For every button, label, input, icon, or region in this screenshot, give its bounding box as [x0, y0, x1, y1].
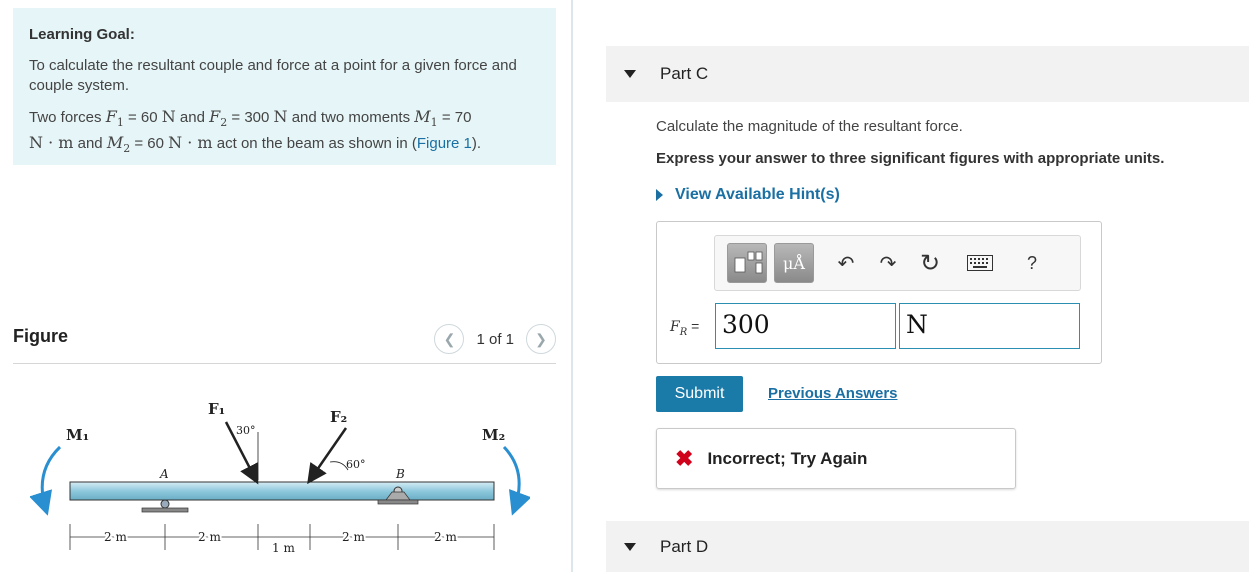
collapse-triangle-icon: [624, 542, 636, 551]
instruction-text: Express your answer to three significant…: [656, 150, 1165, 167]
unit-input[interactable]: N: [899, 303, 1080, 349]
point-a-label: A: [159, 467, 169, 481]
part-c-header[interactable]: Part C: [606, 46, 1249, 102]
angle-30-label: 30°: [236, 424, 256, 437]
incorrect-x-icon: ✖: [675, 445, 694, 471]
reset-icon[interactable]: ↻: [915, 248, 945, 278]
redo-icon[interactable]: ↷: [873, 248, 903, 278]
figure-link[interactable]: Figure 1: [417, 135, 472, 152]
answer-box: μÅ ↶ ↷ ↻ ? FR = 300 N: [656, 221, 1102, 364]
dim-label-1: 2 m: [104, 530, 127, 544]
f1-label: F₁: [208, 400, 225, 418]
math-toolbar: μÅ ↶ ↷ ↻ ?: [714, 235, 1081, 291]
part-c-label: Part C: [660, 64, 709, 83]
prev-figure-button[interactable]: ❮: [434, 324, 465, 354]
point-b-label: B: [395, 467, 405, 481]
part-d-header[interactable]: Part D: [606, 521, 1249, 572]
templates-icon: [734, 251, 763, 274]
undo-icon[interactable]: ↶: [831, 248, 861, 278]
previous-answers-link[interactable]: Previous Answers: [768, 385, 898, 402]
beam: [69, 481, 495, 501]
value-input[interactable]: 300: [715, 303, 896, 349]
dim-label-4: 2 m: [342, 530, 365, 544]
left-panel: Learning Goal: To calculate the resultan…: [0, 0, 570, 572]
chevron-left-icon: ❮: [443, 330, 456, 347]
force-f2-arrow: [307, 427, 348, 485]
submit-button[interactable]: Submit: [656, 376, 743, 412]
learning-goal-title: Learning Goal:: [29, 26, 135, 43]
collapse-triangle-icon: [624, 70, 636, 78]
m2-label: M₂: [482, 426, 505, 444]
dim-label-5: 2 m: [434, 530, 457, 544]
templates-button[interactable]: [727, 243, 767, 283]
f2-label: F₂: [330, 408, 347, 426]
problem-statement: Two forces F1 = 60 N and F2 = 300 N and …: [29, 107, 482, 155]
answer-label: FR =: [670, 318, 700, 338]
question-text: Calculate the magnitude of the resultant…: [656, 118, 963, 135]
dim-label-2: 2 m: [198, 530, 221, 544]
expand-triangle-icon: [656, 189, 663, 201]
chevron-right-icon: ❯: [535, 330, 547, 347]
beam-figure: M₁ M₂ F₁ F₂ 30° 60° A B 2 m 2 m 1 m 2 m …: [30, 400, 530, 555]
moment-m1-arrow: [30, 445, 62, 516]
feedback-box: ✖ Incorrect; Try Again: [656, 428, 1016, 489]
keyboard-icon[interactable]: [965, 248, 995, 278]
help-button[interactable]: ?: [1017, 248, 1047, 278]
figure-pager: ❮ 1 of 1 ❯: [434, 324, 556, 354]
part-d-label: Part D: [660, 536, 709, 556]
view-hints-link[interactable]: View Available Hint(s): [656, 186, 840, 204]
m1-label: M₁: [66, 426, 89, 444]
dim-label-3: 1 m: [272, 541, 295, 555]
moment-m2-arrow: [502, 445, 530, 516]
pager-text: 1 of 1: [476, 330, 514, 348]
learning-goal-box: Learning Goal: To calculate the resultan…: [13, 8, 556, 165]
angle-60-label: 60°: [346, 458, 366, 471]
figure-header: Figure ❮ 1 of 1 ❯: [13, 318, 556, 364]
feedback-text: Incorrect; Try Again: [707, 448, 868, 468]
units-button[interactable]: μÅ: [774, 243, 814, 283]
figure-title: Figure: [13, 326, 69, 346]
support-a: [141, 499, 189, 513]
right-panel: Part C Calculate the magnitude of the re…: [573, 0, 1249, 572]
learning-goal-text: To calculate the resultant couple and fo…: [29, 57, 517, 94]
next-figure-button[interactable]: ❯: [526, 324, 556, 354]
